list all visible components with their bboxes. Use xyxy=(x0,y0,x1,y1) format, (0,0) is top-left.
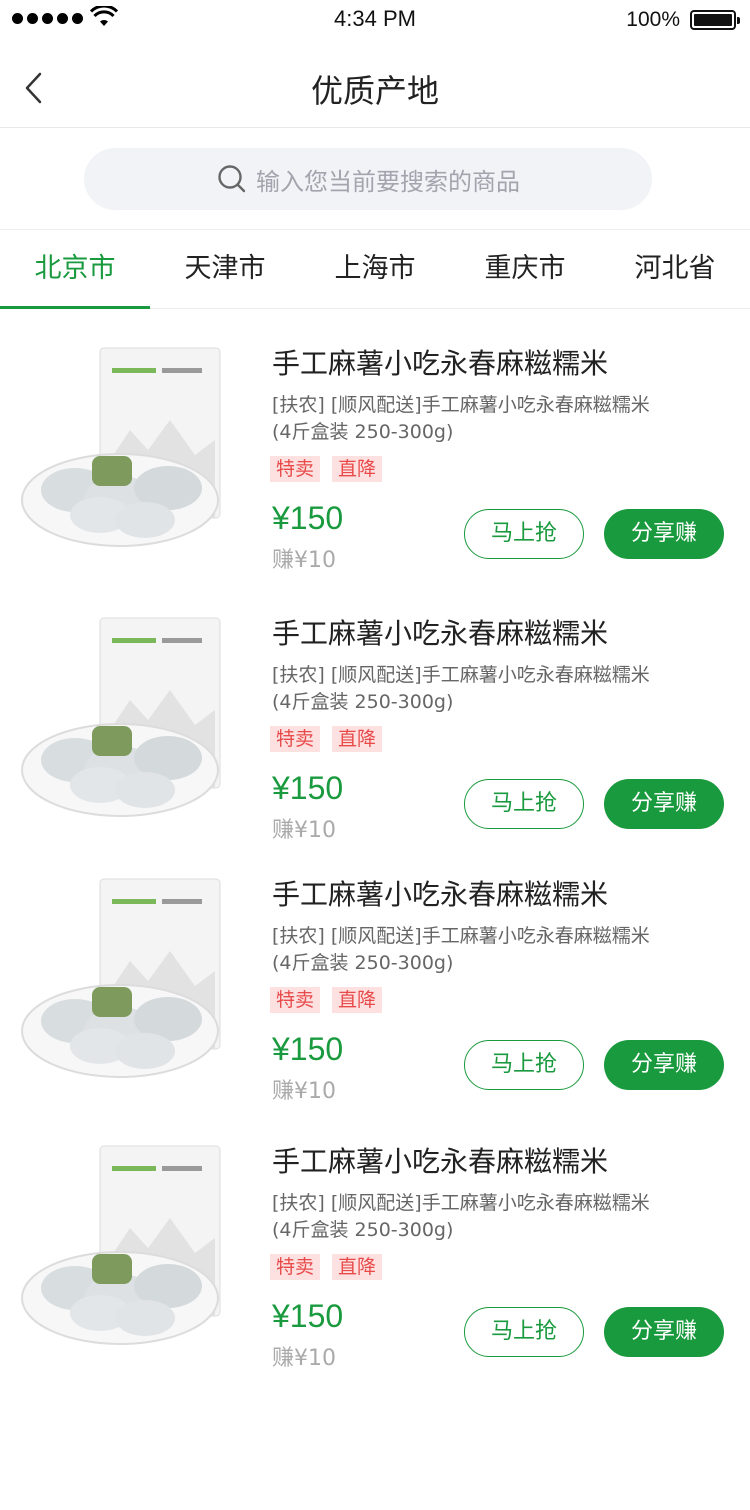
product-description: [扶农] [顺风配送]手工麻薯小吃永春麻糍糯米 (4斤盒装 250-300g) xyxy=(272,923,692,977)
search-icon xyxy=(218,165,246,193)
product-price: ¥150 xyxy=(272,1031,344,1067)
tag-price-drop: 直降 xyxy=(332,1254,383,1280)
tag-price-drop: 直降 xyxy=(332,456,383,482)
tag-price-drop: 直降 xyxy=(332,987,383,1013)
tab-hebei[interactable]: 河北省 xyxy=(600,230,750,308)
product-desc-line: [扶农] [顺风配送]手工麻薯小吃永春麻糍糯米 xyxy=(272,394,650,416)
product-title: 手工麻薯小吃永春麻糍糯米 xyxy=(272,1145,609,1178)
product-image xyxy=(21,878,221,1078)
search-section: 输入您当前要搜索的商品 xyxy=(0,129,750,229)
tag-special-sale: 特卖 xyxy=(270,456,321,482)
product-title: 手工麻薯小吃永春麻糍糯米 xyxy=(272,347,609,380)
product-price: ¥150 xyxy=(272,770,344,806)
battery-percentage: 100% xyxy=(626,8,680,31)
tab-tianjin[interactable]: 天津市 xyxy=(150,230,300,308)
product-tags: 特卖 直降 xyxy=(270,987,383,1013)
earn-amount: 赚¥10 xyxy=(272,818,336,843)
product-price: ¥150 xyxy=(272,500,344,536)
product-desc-line: (4斤盒装 250-300g) xyxy=(272,691,454,713)
region-tabs: 北京市 天津市 上海市 重庆市 河北省 xyxy=(0,229,750,309)
product-tags: 特卖 直降 xyxy=(270,456,383,482)
product-desc-line: (4斤盒装 250-300g) xyxy=(272,1219,454,1241)
product-card[interactable]: 手工麻薯小吃永春麻糍糯米 [扶农] [顺风配送]手工麻薯小吃永春麻糍糯米 (4斤… xyxy=(0,320,750,573)
product-desc-line: [扶农] [顺风配送]手工麻薯小吃永春麻糍糯米 xyxy=(272,925,650,947)
product-title: 手工麻薯小吃永春麻糍糯米 xyxy=(272,617,609,650)
search-placeholder: 输入您当前要搜索的商品 xyxy=(256,167,520,196)
product-image xyxy=(21,1145,221,1345)
earn-amount: 赚¥10 xyxy=(272,1079,336,1104)
grab-button[interactable]: 马上抢 xyxy=(464,779,584,829)
product-title: 手工麻薯小吃永春麻糍糯米 xyxy=(272,878,609,911)
tab-chongqing[interactable]: 重庆市 xyxy=(450,230,600,308)
product-price: ¥150 xyxy=(272,1298,344,1334)
product-card[interactable]: 手工麻薯小吃永春麻糍糯米 [扶农] [顺风配送]手工麻薯小吃永春麻糍糯米 (4斤… xyxy=(0,851,750,1104)
battery-icon xyxy=(690,10,740,30)
grab-button[interactable]: 马上抢 xyxy=(464,509,584,559)
page-title: 优质产地 xyxy=(310,72,439,110)
product-tags: 特卖 直降 xyxy=(270,726,383,752)
share-earn-button[interactable]: 分享赚 xyxy=(604,779,724,829)
tag-special-sale: 特卖 xyxy=(270,726,321,752)
product-description: [扶农] [顺风配送]手工麻薯小吃永春麻糍糯米 (4斤盒装 250-300g) xyxy=(272,392,692,446)
share-earn-button[interactable]: 分享赚 xyxy=(604,1040,724,1090)
share-earn-button[interactable]: 分享赚 xyxy=(604,1307,724,1357)
product-desc-line: [扶农] [顺风配送]手工麻薯小吃永春麻糍糯米 xyxy=(272,664,650,686)
product-card[interactable]: 手工麻薯小吃永春麻糍糯米 [扶农] [顺风配送]手工麻薯小吃永春麻糍糯米 (4斤… xyxy=(0,1118,750,1371)
product-desc-line: [扶农] [顺风配送]手工麻薯小吃永春麻糍糯米 xyxy=(272,1192,650,1214)
nav-bar: 优质产地 xyxy=(0,40,750,128)
product-desc-line: (4斤盒装 250-300g) xyxy=(272,952,454,974)
product-image xyxy=(21,347,221,547)
tab-beijing[interactable]: 北京市 xyxy=(0,230,150,309)
product-description: [扶农] [顺风配送]手工麻薯小吃永春麻糍糯米 (4斤盒装 250-300g) xyxy=(272,1190,692,1244)
product-desc-line: (4斤盒装 250-300g) xyxy=(272,421,454,443)
product-image xyxy=(21,617,221,817)
search-input[interactable]: 输入您当前要搜索的商品 xyxy=(84,148,652,210)
earn-amount: 赚¥10 xyxy=(272,1346,336,1371)
tab-shanghai[interactable]: 上海市 xyxy=(300,230,450,308)
share-earn-button[interactable]: 分享赚 xyxy=(604,509,724,559)
grab-button[interactable]: 马上抢 xyxy=(464,1307,584,1357)
product-tags: 特卖 直降 xyxy=(270,1254,383,1280)
tag-special-sale: 特卖 xyxy=(270,987,321,1013)
tag-special-sale: 特卖 xyxy=(270,1254,321,1280)
product-description: [扶农] [顺风配送]手工麻薯小吃永春麻糍糯米 (4斤盒装 250-300g) xyxy=(272,662,692,716)
earn-amount: 赚¥10 xyxy=(272,548,336,573)
product-card[interactable]: 手工麻薯小吃永春麻糍糯米 [扶农] [顺风配送]手工麻薯小吃永春麻糍糯米 (4斤… xyxy=(0,590,750,843)
tag-price-drop: 直降 xyxy=(332,726,383,752)
grab-button[interactable]: 马上抢 xyxy=(464,1040,584,1090)
status-bar: 4:34 PM 100% xyxy=(0,0,750,40)
